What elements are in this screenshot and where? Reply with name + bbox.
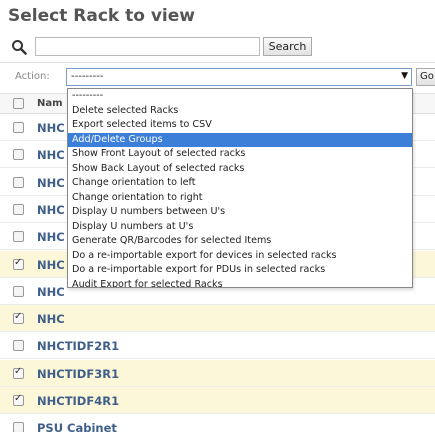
rack-name-link[interactable]: NHC	[37, 312, 65, 326]
rack-name-link[interactable]: NHCTIDF3R1	[37, 367, 119, 381]
table-row[interactable]: NHC	[0, 305, 435, 333]
row-checkbox[interactable]	[13, 231, 24, 243]
row-checkbox[interactable]	[13, 176, 24, 188]
action-option[interactable]: Audit Export for selected Racks	[68, 278, 412, 288]
rack-name-link[interactable]: NHCTIDF4R1	[37, 394, 119, 408]
action-dropdown-list: --------- Delete selected Racks Export sel…	[67, 88, 413, 288]
action-option[interactable]: Show Back Layout of selected racks	[68, 162, 412, 177]
search-icon	[11, 39, 27, 55]
action-option[interactable]: Change orientation to right	[68, 191, 412, 206]
row-checkbox[interactable]	[13, 340, 24, 352]
action-option[interactable]: Generate QR/Barcodes for selected Items	[68, 234, 412, 249]
action-option[interactable]: Export selected items to CSV	[68, 118, 412, 133]
row-checkbox[interactable]	[13, 203, 24, 215]
action-option[interactable]: Display U numbers between U's	[68, 205, 412, 220]
search-button[interactable]: Search	[263, 37, 312, 56]
go-button[interactable]: Go	[416, 68, 435, 86]
action-label: Action:	[15, 71, 50, 82]
rack-name-link[interactable]: NHC	[37, 258, 65, 272]
divider	[0, 62, 435, 63]
row-checkbox[interactable]	[13, 149, 24, 161]
action-option[interactable]: Do a re-importable export for PDUs in se…	[68, 263, 412, 278]
rack-name-link[interactable]: NHC	[37, 176, 65, 190]
action-option[interactable]: Display U numbers at U's	[68, 220, 412, 235]
action-option[interactable]: Show Front Layout of selected racks	[68, 147, 412, 162]
row-checkbox[interactable]	[13, 285, 24, 297]
table-row[interactable]: NHCTIDF4R1	[0, 387, 435, 414]
table-row[interactable]: NHCTIDF3R1	[0, 359, 435, 387]
rack-name-link[interactable]: NHC	[37, 230, 65, 244]
rack-name-link[interactable]: NHC	[37, 121, 65, 135]
row-checkbox[interactable]	[13, 311, 24, 325]
action-option[interactable]: Delete selected Racks	[68, 104, 412, 119]
search-input[interactable]	[35, 37, 260, 56]
rack-name-link[interactable]: NHC	[37, 285, 65, 299]
select-all-checkbox[interactable]	[13, 98, 24, 109]
action-selected-value: ---------	[71, 71, 104, 82]
chevron-down-icon: ▼	[401, 71, 408, 81]
rack-name-link[interactable]: NHCTIDF2R1	[37, 339, 119, 353]
page-title: Select Rack to view	[8, 6, 195, 26]
table-row[interactable]: NHCTIDF2R1	[0, 332, 435, 360]
action-option[interactable]: Change orientation to left	[68, 176, 412, 191]
search-bar: Search	[5, 36, 435, 58]
action-option[interactable]: Do a re-importable export for devices in…	[68, 249, 412, 264]
row-checkbox[interactable]	[13, 366, 24, 379]
table-row[interactable]: PSU Cabinet	[0, 414, 435, 432]
rack-name-link[interactable]: NHC	[37, 203, 65, 217]
row-checkbox[interactable]	[13, 257, 24, 270]
row-checkbox[interactable]	[13, 393, 24, 406]
action-select[interactable]: --------- ▼	[66, 68, 412, 86]
rack-name-link[interactable]: PSU Cabinet	[37, 421, 117, 432]
action-option[interactable]: Add/Delete Groups	[68, 132, 412, 147]
action-option[interactable]: ---------	[68, 89, 412, 104]
rack-name-link[interactable]: NHC	[37, 148, 65, 162]
row-checkbox[interactable]	[13, 122, 24, 133]
name-column-header[interactable]: Nam	[37, 98, 63, 109]
row-checkbox[interactable]	[13, 422, 24, 432]
